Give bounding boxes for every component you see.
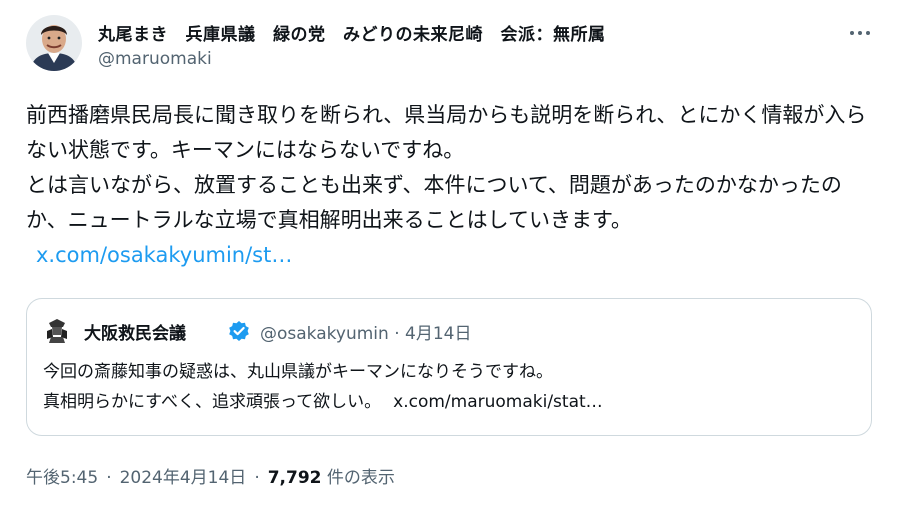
quoted-line-2: 真相明らかにすべく、追求頑張って欲しい。 <box>43 392 382 412</box>
quoted-link[interactable]: x.com/maruomaki/stat… <box>393 392 603 412</box>
tweet-time[interactable]: 午後5:45 <box>26 468 98 488</box>
view-count: 7,792 <box>267 468 322 488</box>
tweet-link[interactable]: x.com/osakakyumin/st… <box>36 243 292 267</box>
tweet-footer: 午後5:45 · 2024年4月14日 · 7,792 件の表示 <box>26 463 395 488</box>
quoted-line-1: 今回の斎藤知事の疑惑は、丸山県議がキーマンになりそうですね。 <box>43 362 553 382</box>
author-handle[interactable]: @maruomaki <box>98 49 212 69</box>
tweet-paragraph-2-text: とは言いながら、放置することも出来ず、本件について、問題があったのかなかったのか… <box>26 173 842 232</box>
tweet-header: 丸尾まき 兵庫県議 緑の党 みどりの未来尼崎 会派：無所属 @maruomaki <box>0 0 897 90</box>
tweet-date[interactable]: 2024年4月14日 <box>120 468 247 488</box>
quoted-separator: · <box>394 324 400 344</box>
quoted-meta: @osakakyumin · 4月14日 <box>260 319 471 344</box>
author-avatar[interactable] <box>26 15 82 71</box>
quoted-date[interactable]: 4月14日 <box>405 324 471 344</box>
quoted-author-avatar[interactable] <box>43 317 71 345</box>
tweet-text: 前西播磨県民局長に聞き取りを断られ、県当局からも説明を断られ、とにかく情報が入ら… <box>26 98 876 273</box>
quoted-handle[interactable]: @osakakyumin <box>260 324 389 344</box>
quoted-text: 今回の斎藤知事の疑惑は、丸山県議がキーマンになりそうですね。 真相明らかにすべく… <box>43 357 863 417</box>
more-horizontal-icon <box>850 31 870 35</box>
more-options-button[interactable] <box>840 18 880 48</box>
verified-badge-icon <box>228 320 250 342</box>
footer-separator-1: · <box>106 468 112 488</box>
footer-separator-2: · <box>254 468 260 488</box>
tweet-paragraph-1: 前西播磨県民局長に聞き取りを断られ、県当局からも説明を断られ、とにかく情報が入ら… <box>26 103 867 162</box>
author-display-name[interactable]: 丸尾まき 兵庫県議 緑の党 みどりの未来尼崎 会派：無所属 <box>98 20 606 45</box>
view-label: 件の表示 <box>326 468 395 488</box>
quoted-display-name[interactable]: 大阪救民会議 <box>84 319 186 344</box>
tweet-paragraph-2: とは言いながら、放置することも出来ず、本件について、問題があったのかなかったのか… <box>26 168 876 273</box>
quoted-line-2-wrapper: 真相明らかにすべく、追求頑張って欲しい。 x.com/maruomaki/stat… <box>43 387 863 417</box>
quoted-tweet-card[interactable]: 大阪救民会議 @osakakyumin · 4月14日 今回の斎藤知事の疑惑は、… <box>26 298 872 436</box>
